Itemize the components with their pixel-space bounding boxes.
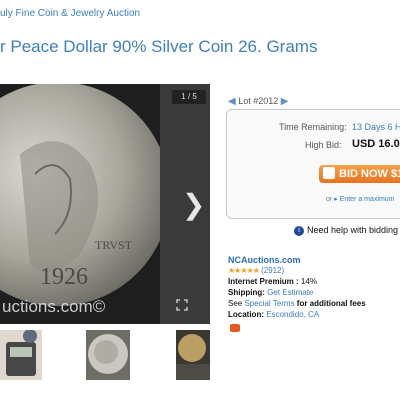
bid-icon	[323, 167, 335, 179]
prev-lot-icon[interactable]: ◀	[228, 96, 236, 107]
bid-now-label: BID NOW $1	[339, 168, 400, 180]
high-bid-label: High Bid:	[305, 140, 342, 150]
coin-photo: TRVST 1926 uctions.com©	[0, 84, 160, 324]
seller-info: NCAuctions.com ★★★★★ (2912) Internet Pre…	[228, 255, 400, 321]
seller-name-link[interactable]: NCAuctions.com	[228, 255, 301, 265]
breadcrumb[interactable]: uly Fine Coin & Jewelry Auction	[0, 8, 140, 19]
premium-label: Internet Premium :	[228, 277, 299, 286]
max-bid-row: or ▸ Enter a maximum	[326, 195, 395, 203]
page-title: r Peace Dollar 90% Silver Coin 26. Grams	[0, 37, 318, 56]
fullscreen-icon[interactable]	[176, 298, 188, 311]
coin-trust-text: TRVST	[95, 238, 133, 252]
help-text: Need help with bidding	[307, 225, 399, 235]
premium-value: 14%	[300, 277, 317, 286]
location-value[interactable]: Escondido, CA	[266, 310, 319, 319]
or-text: or	[326, 196, 333, 203]
image-viewer[interactable]: TRVST 1926 uctions.com©	[0, 84, 210, 324]
get-estimate-link[interactable]: Get Estimate	[267, 288, 313, 297]
bidding-help[interactable]: i Need help with bidding	[294, 225, 398, 236]
special-terms-link[interactable]: Special Terms	[244, 299, 294, 308]
watermark: uctions.com©	[2, 297, 106, 316]
next-image-icon[interactable]: ❯	[182, 190, 205, 220]
max-bid-icon: ▸	[334, 196, 338, 203]
image-counter: 1 / 5	[172, 90, 206, 104]
time-remaining-label: Time Remaining:	[279, 122, 347, 132]
coin-date-text: 1926	[40, 264, 88, 290]
rating-stars: ★★★★★	[228, 266, 260, 275]
rating-count[interactable]: (2912)	[261, 266, 284, 275]
thumbnail-2[interactable]	[86, 330, 130, 380]
location-label: Location:	[228, 310, 264, 319]
info-icon: i	[294, 225, 304, 236]
badge-icon	[230, 324, 240, 332]
next-lot-icon[interactable]: ▶	[281, 96, 289, 107]
high-bid-value: USD 16.0	[352, 138, 400, 150]
bid-now-button[interactable]: BID NOW $1	[319, 165, 400, 183]
thumbnail-1[interactable]	[0, 330, 42, 380]
fees-text: for additional fees	[296, 299, 366, 308]
time-remaining-value: 13 Days 6 H	[352, 122, 400, 132]
thumbnail-3[interactable]	[176, 330, 210, 380]
see-text: See	[228, 299, 243, 308]
shipping-label: Shipping:	[228, 288, 265, 297]
lot-number: Lot #2012	[238, 96, 279, 106]
enter-maximum-link[interactable]: Enter a maximum	[340, 196, 395, 203]
lot-navigation: ◀ Lot #2012 ▶	[228, 96, 288, 107]
